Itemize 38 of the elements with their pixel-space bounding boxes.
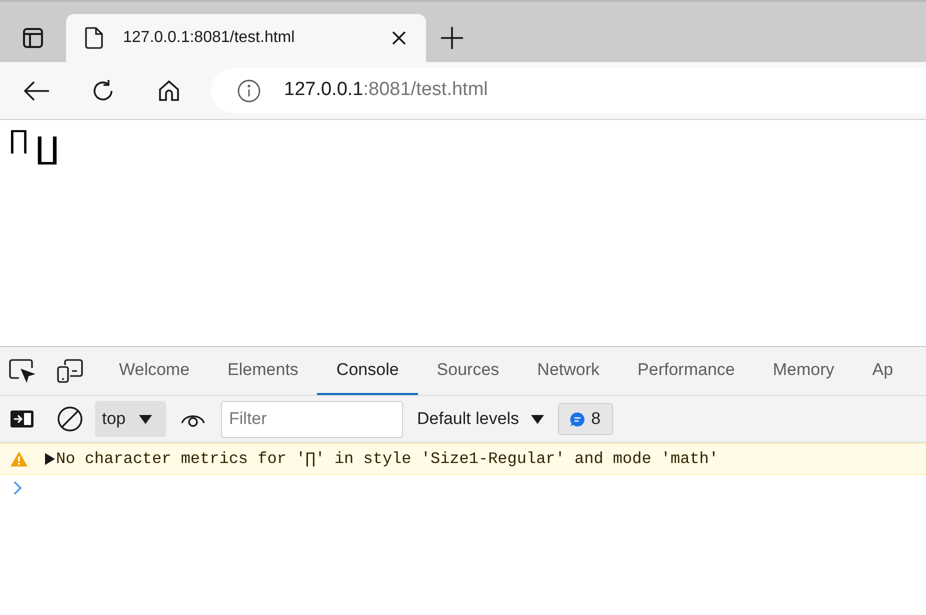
message-bubble-icon: [570, 412, 586, 426]
filter-field[interactable]: Filter: [221, 400, 403, 438]
expand-triangle-icon[interactable]: [44, 453, 55, 465]
devtools-tab[interactable]: Network: [518, 347, 619, 395]
devtools-tab[interactable]: Sources: [418, 347, 518, 395]
info-icon[interactable]: [237, 78, 261, 102]
dropdown-caret-icon: [531, 414, 544, 424]
home-icon: [158, 80, 180, 102]
log-levels-dropdown[interactable]: Default levels: [417, 401, 544, 437]
page-icon: [85, 27, 103, 49]
device-toolbar-button[interactable]: [57, 359, 83, 383]
devtools-tab[interactable]: Ap: [853, 347, 912, 395]
devtools-tab[interactable]: Elements: [208, 347, 318, 395]
dropdown-caret-icon: [138, 414, 152, 424]
inspect-button[interactable]: [9, 359, 35, 383]
clear-icon: [57, 406, 83, 432]
devtools-tab[interactable]: Performance: [618, 347, 754, 395]
devtools-tab[interactable]: Welcome: [100, 347, 209, 395]
console-prompt-icon: [13, 481, 22, 495]
inspect-icon: [9, 359, 35, 383]
devtools-tab[interactable]: Memory: [754, 347, 854, 395]
message-text: No character metrics for '∏' in style 'Size1-Regular' and mode 'math': [56, 449, 719, 470]
math-symbol: ∐: [35, 132, 58, 166]
math-symbol: ∏: [8, 126, 30, 154]
plus-icon: [441, 27, 463, 49]
url-text: 127.0.0.1:8081/test.html: [284, 78, 488, 102]
tab-title: 127.0.0.1:8081/test.html: [123, 28, 296, 48]
devices-icon: [57, 359, 83, 383]
refresh-icon: [91, 78, 115, 102]
clear-console-button[interactable]: [57, 406, 83, 432]
back-arrow-icon: [24, 80, 50, 100]
browser-tab[interactable]: 127.0.0.1:8081/test.html: [66, 14, 426, 62]
address-bar[interactable]: 127.0.0.1:8081/test.html: [211, 68, 926, 113]
context-dropdown[interactable]: top: [95, 401, 166, 437]
warning-icon: [10, 451, 28, 467]
tab-actions-icon[interactable]: [22, 27, 44, 49]
message-count-badge[interactable]: 8: [558, 403, 613, 435]
sidebar-toggle-icon: [10, 410, 34, 428]
